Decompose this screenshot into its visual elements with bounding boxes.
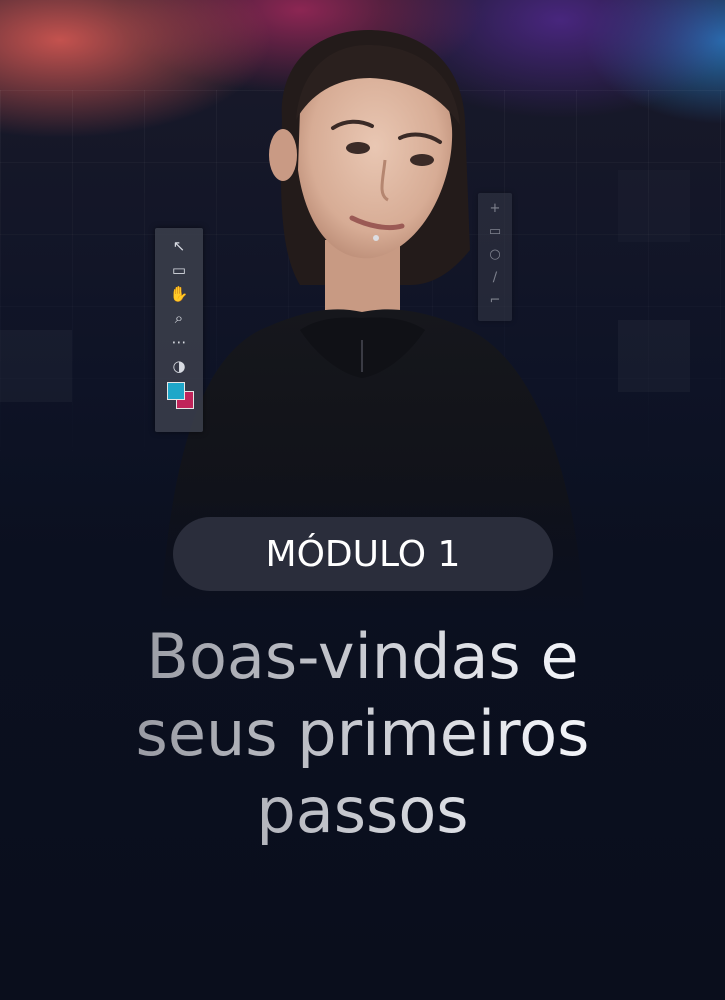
color-swatches (163, 380, 195, 410)
module-card[interactable]: ↖ ▭ ✋ ⌕ ⋯ ◑ + ▭ ○ ∕ ⌐ MÓDULO 1 Boas-vind… (0, 0, 725, 1000)
plus-icon: + (489, 201, 501, 216)
brush-icon: ∕ (492, 270, 498, 285)
rectangle-icon: ▭ (171, 261, 187, 279)
tools-panel-right: + ▭ ○ ∕ ⌐ (478, 193, 512, 321)
swap-colors-icon: ◑ (172, 357, 186, 375)
title-line: passos (0, 772, 725, 849)
crop-icon: ⌐ (489, 293, 501, 308)
rectangle-icon: ▭ (488, 224, 502, 239)
module-badge-label: MÓDULO 1 (265, 533, 461, 575)
title-line: seus primeiros (0, 695, 725, 772)
arrow-select-icon: ↖ (172, 237, 186, 255)
more-icon: ⋯ (171, 333, 187, 351)
module-title: Boas-vindas e seus primeiros passos (0, 618, 725, 849)
tools-panel-left: ↖ ▭ ✋ ⌕ ⋯ ◑ (155, 228, 203, 432)
zoom-icon: ⌕ (174, 309, 184, 327)
lasso-icon: ○ (489, 247, 501, 262)
foreground-color-swatch (167, 382, 185, 400)
module-badge: MÓDULO 1 (173, 517, 553, 591)
hand-icon: ✋ (169, 285, 189, 303)
title-line: Boas-vindas e (0, 618, 725, 695)
